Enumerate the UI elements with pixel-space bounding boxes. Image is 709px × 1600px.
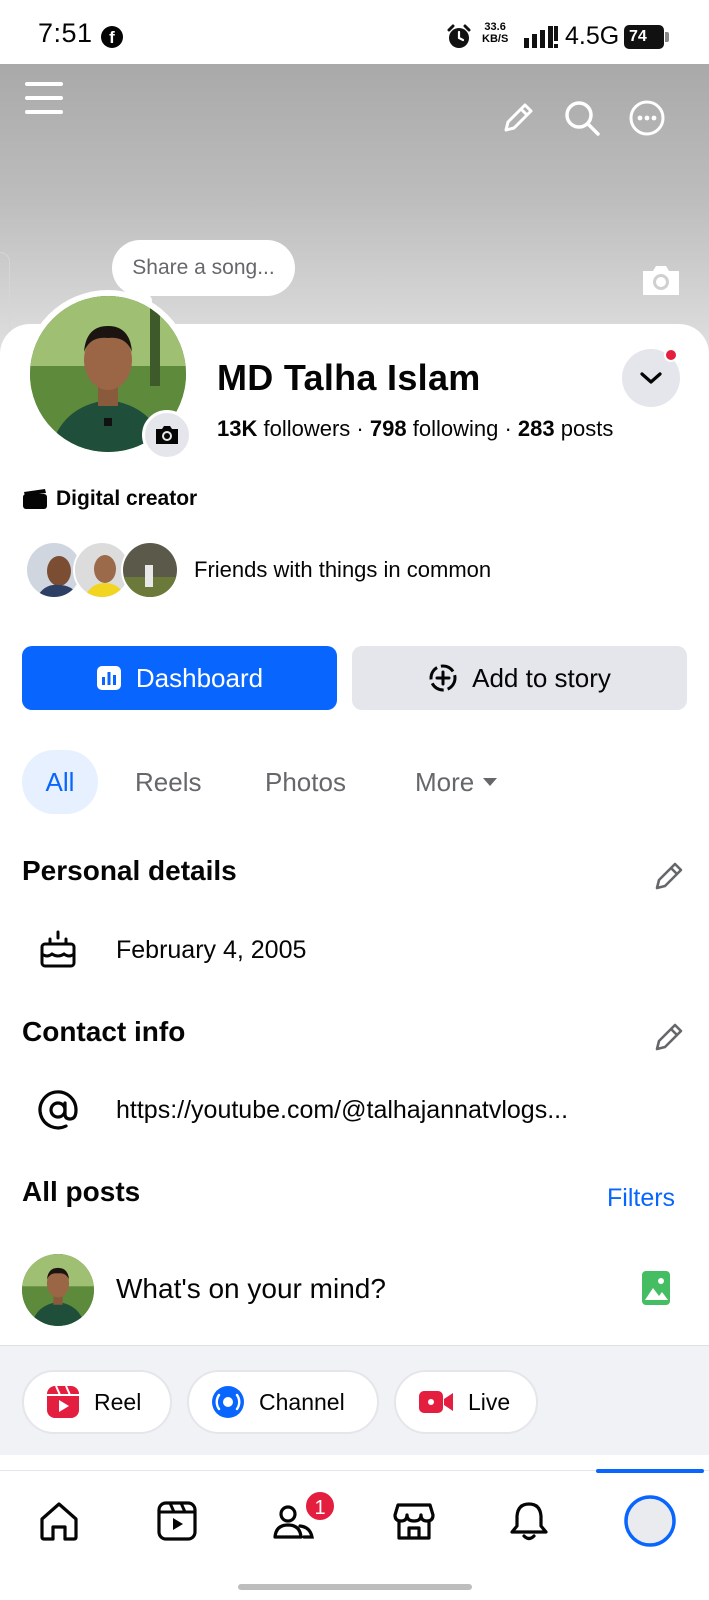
home-indicator bbox=[238, 1584, 472, 1590]
more-options-button[interactable] bbox=[625, 96, 669, 140]
posts-count: 283 bbox=[517, 416, 555, 441]
dashboard-icon bbox=[96, 666, 121, 690]
home-icon bbox=[40, 1502, 78, 1541]
active-tab-indicator bbox=[596, 1469, 704, 1473]
chevron-down-icon bbox=[640, 372, 662, 384]
dashboard-label: Dashboard bbox=[135, 662, 264, 693]
change-avatar-button[interactable] bbox=[142, 410, 192, 460]
pencil-icon bbox=[504, 103, 533, 132]
nav-video[interactable] bbox=[153, 1497, 201, 1545]
cover-camera-icon[interactable] bbox=[640, 262, 682, 298]
bottom-navigation bbox=[0, 1470, 709, 1600]
reel-label: Reel bbox=[94, 1388, 142, 1415]
posts-label: posts bbox=[560, 416, 614, 441]
following-count: 798 bbox=[369, 416, 407, 441]
speed-value: 33.6 bbox=[484, 21, 506, 33]
channel-label: Channel bbox=[259, 1388, 345, 1415]
network-type: 4.5G bbox=[565, 22, 620, 50]
tab-reels[interactable]: Reels bbox=[135, 750, 201, 814]
status-bar: 7:51 f 33.6 KB/S 4.5G 74 bbox=[0, 0, 709, 64]
channel-icon bbox=[212, 1386, 244, 1418]
camera-icon bbox=[156, 426, 178, 444]
share-song-bubble[interactable]: Share a song... bbox=[112, 240, 295, 308]
edit-contact-info-icon[interactable] bbox=[652, 1020, 686, 1054]
search-icon bbox=[565, 101, 600, 136]
birthday-value: February 4, 2005 bbox=[116, 936, 307, 964]
tab-more-label: More bbox=[415, 767, 475, 797]
friends-common-text[interactable]: Friends with things in common bbox=[194, 557, 491, 583]
profile-name: MD Talha Islam bbox=[217, 357, 481, 398]
at-icon bbox=[38, 1090, 78, 1130]
add-story-icon bbox=[429, 664, 457, 692]
youtube-link[interactable]: https://youtube.com/@talhajannatvlogs... bbox=[116, 1096, 568, 1125]
clapperboard-icon bbox=[23, 489, 47, 509]
live-icon bbox=[419, 1391, 453, 1413]
tab-photos[interactable]: Photos bbox=[265, 750, 346, 814]
search-button[interactable] bbox=[560, 96, 604, 140]
reel-icon bbox=[47, 1385, 79, 1418]
all-posts-title: All posts bbox=[22, 1176, 141, 1207]
followers-count: 13K bbox=[217, 416, 258, 441]
stats-separator: · bbox=[356, 416, 364, 441]
dashboard-button[interactable]: Dashboard bbox=[22, 646, 337, 710]
composer-avatar bbox=[22, 1254, 94, 1326]
battery-indicator: 74 bbox=[624, 25, 669, 49]
reel-button[interactable]: Reel bbox=[22, 1370, 172, 1434]
personal-details-title: Personal details bbox=[22, 855, 237, 886]
category-row: Digital creator bbox=[22, 487, 197, 511]
profile-icon bbox=[624, 1495, 676, 1547]
marketplace-icon bbox=[393, 1503, 435, 1540]
live-button[interactable]: Live bbox=[394, 1370, 538, 1434]
contact-info-title: Contact info bbox=[22, 1016, 186, 1047]
network-speed: 33.6 KB/S bbox=[482, 21, 508, 45]
stats-separator: · bbox=[504, 416, 512, 441]
speed-unit: KB/S bbox=[482, 33, 509, 45]
nav-marketplace[interactable] bbox=[390, 1497, 438, 1545]
friends-avatars[interactable] bbox=[25, 541, 179, 599]
nav-home[interactable] bbox=[35, 1497, 83, 1545]
add-to-story-button[interactable]: Add to story bbox=[352, 646, 687, 710]
cake-icon bbox=[40, 930, 76, 968]
menu-icon bbox=[25, 82, 63, 114]
status-time: 7:51 bbox=[38, 18, 93, 48]
video-icon bbox=[157, 1501, 197, 1541]
nav-notifications[interactable] bbox=[505, 1497, 553, 1545]
more-icon bbox=[629, 100, 665, 136]
friend-avatar bbox=[121, 541, 179, 599]
menu-button[interactable] bbox=[22, 76, 66, 120]
category-label: Digital creator bbox=[56, 487, 198, 510]
notification-dot bbox=[664, 348, 678, 362]
filters-link[interactable]: Filters bbox=[607, 1184, 675, 1213]
alarm-icon bbox=[447, 24, 471, 48]
followers-label[interactable]: followers bbox=[263, 416, 350, 441]
bell-icon bbox=[510, 1502, 548, 1541]
tab-more[interactable]: More bbox=[415, 750, 498, 814]
caret-down-icon bbox=[483, 778, 498, 786]
channel-button[interactable]: Channel bbox=[187, 1370, 379, 1434]
edit-personal-details-icon[interactable] bbox=[652, 859, 686, 893]
nav-profile[interactable] bbox=[622, 1493, 678, 1549]
signal-icon bbox=[524, 26, 558, 48]
tab-all[interactable]: All bbox=[22, 750, 98, 814]
following-label[interactable]: following bbox=[413, 416, 499, 441]
edit-profile-button[interactable] bbox=[496, 96, 540, 140]
live-label: Live bbox=[468, 1388, 511, 1415]
add-to-story-label: Add to story bbox=[472, 662, 611, 693]
facebook-notification-icon: f bbox=[101, 26, 123, 48]
photo-icon[interactable] bbox=[641, 1270, 671, 1306]
composer-input[interactable]: What's on your mind? bbox=[116, 1273, 386, 1305]
friends-badge: 1 bbox=[304, 1490, 336, 1522]
profile-stats: 13K followers · 798 following · 283 post… bbox=[217, 416, 613, 442]
